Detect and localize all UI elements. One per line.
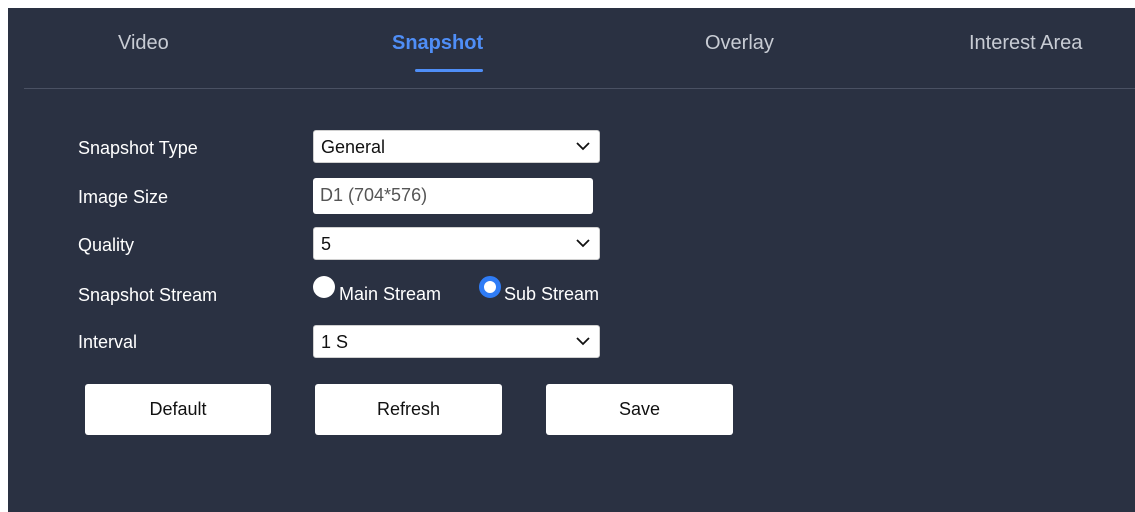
image-size-value: D1 (704*576) <box>320 185 428 205</box>
main-stream-radio[interactable] <box>313 276 335 298</box>
interval-value: 1 S <box>321 332 349 352</box>
sub-stream-label[interactable]: Sub Stream <box>504 284 599 305</box>
snapshot-stream-label: Snapshot Stream <box>78 285 218 305</box>
snapshot-type-label: Snapshot Type <box>78 138 198 158</box>
tab-interest-area[interactable]: Interest Area <box>969 32 1082 55</box>
tab-video[interactable]: Video <box>118 32 169 55</box>
active-tab-indicator <box>415 69 483 72</box>
refresh-button[interactable]: Refresh <box>315 384 502 435</box>
save-button[interactable]: Save <box>546 384 733 435</box>
default-button[interactable]: Default <box>85 384 271 435</box>
snapshot-type-select[interactable]: General <box>313 130 600 163</box>
chevron-down-icon <box>576 239 590 248</box>
quality-label: Quality <box>78 235 135 255</box>
image-size-field: D1 (704*576) <box>313 178 593 214</box>
tab-bar: Video Snapshot Overlay Interest Area <box>8 8 1135 88</box>
quality-value: 5 <box>321 234 332 254</box>
tab-divider <box>24 88 1135 89</box>
image-size-label: Image Size <box>78 187 169 207</box>
tab-snapshot[interactable]: Snapshot <box>392 32 483 55</box>
snapshot-settings-panel: Video Snapshot Overlay Interest Area Sna… <box>8 8 1135 512</box>
tab-overlay[interactable]: Overlay <box>705 32 774 55</box>
interval-select[interactable]: 1 S <box>313 325 600 358</box>
sub-stream-radio[interactable] <box>479 276 501 298</box>
main-stream-label[interactable]: Main Stream <box>339 284 441 305</box>
quality-select[interactable]: 5 <box>313 227 600 260</box>
snapshot-type-value: General <box>321 137 386 157</box>
interval-label: Interval <box>78 332 138 352</box>
chevron-down-icon <box>576 337 590 346</box>
chevron-down-icon <box>576 142 590 151</box>
